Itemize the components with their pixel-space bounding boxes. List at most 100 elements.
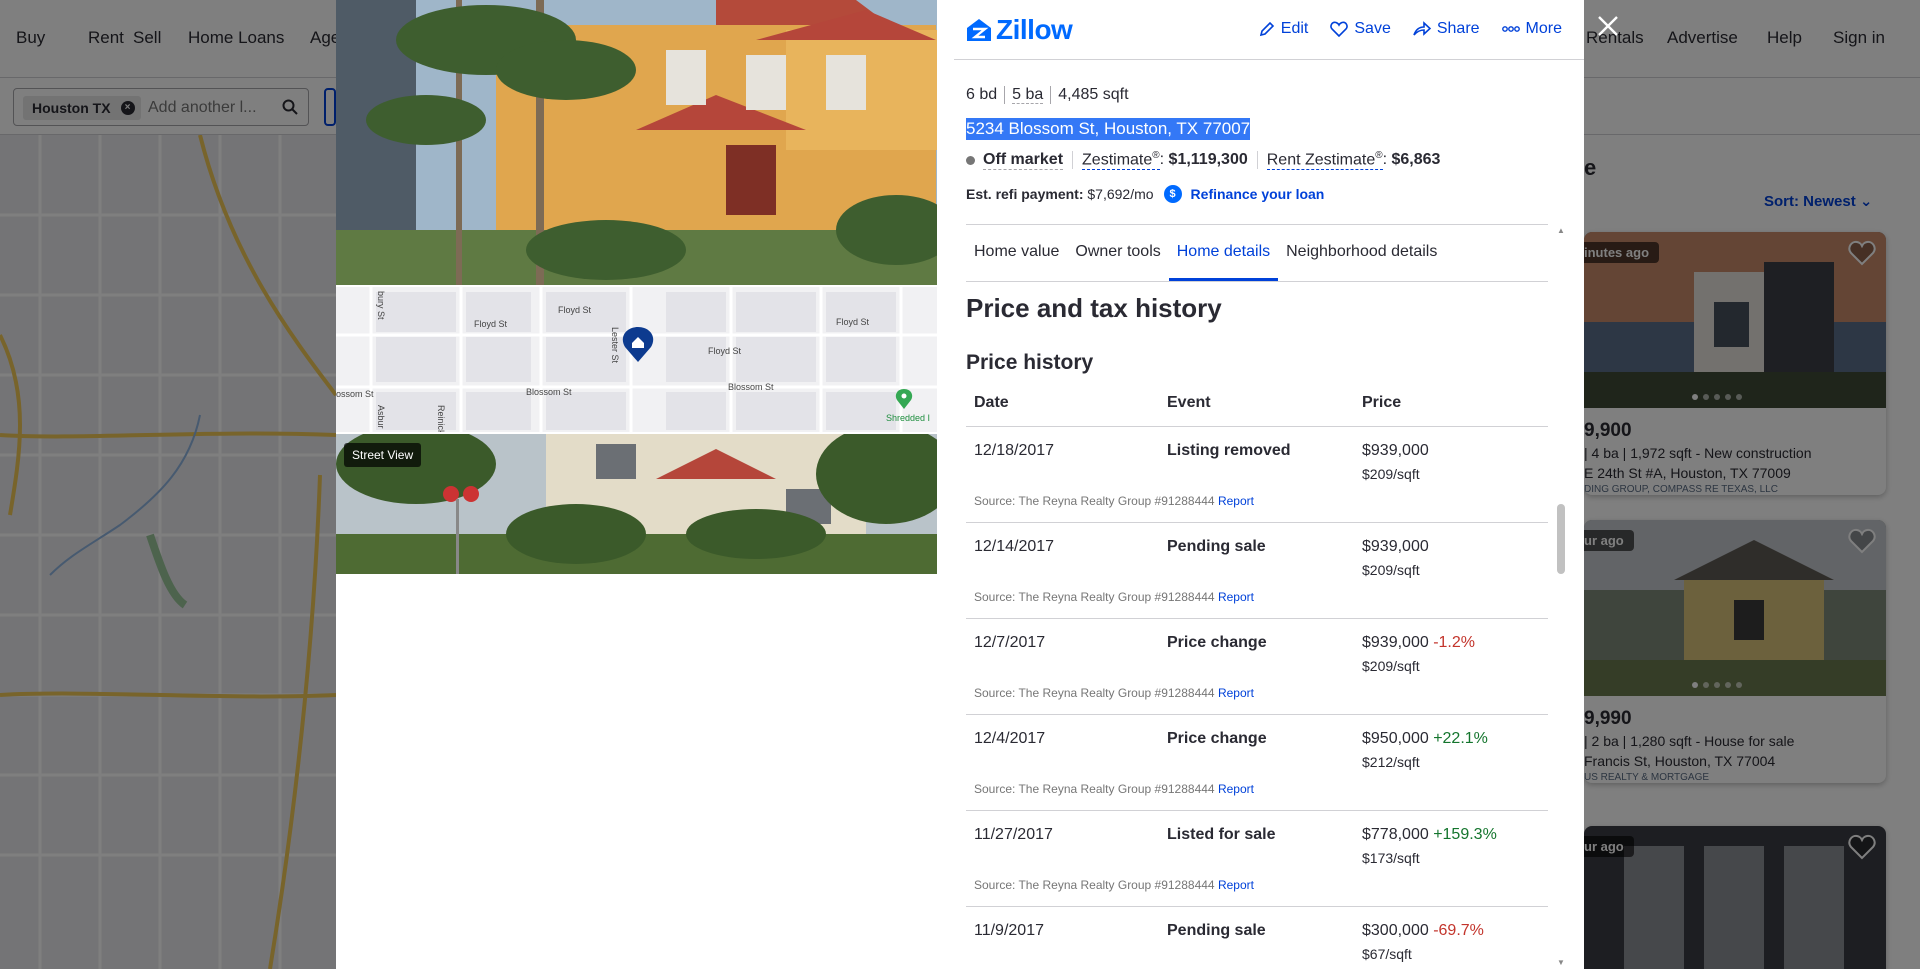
share-label: Share xyxy=(1436,20,1480,37)
zestimate-label[interactable]: Zestimate® xyxy=(1082,150,1160,171)
row-price: $778,000 +159.3% xyxy=(1362,826,1497,844)
subsection-title: Price history xyxy=(966,351,1094,374)
heart-icon xyxy=(1330,21,1349,37)
pencil-icon xyxy=(1259,21,1274,37)
registered-mark: ® xyxy=(1375,150,1383,161)
row-date: 12/18/2017 xyxy=(974,442,1055,459)
row-price-value: $778,000 xyxy=(1362,826,1429,843)
save-label: Save xyxy=(1354,20,1391,37)
row-event: Price change xyxy=(1167,730,1267,747)
tab-home-details[interactable]: Home details xyxy=(1168,225,1279,281)
row-source: Source: The Reyna Realty Group #91288444… xyxy=(974,590,1254,604)
refi-label: Est. refi payment: xyxy=(966,186,1084,202)
home-details-modal: Floyd St Floyd St Floyd St Floyd St Blos… xyxy=(336,0,1584,969)
row-source-text: Source: The Reyna Realty Group #91288444 xyxy=(974,782,1215,796)
row-price-per-sqft: $212/sqft xyxy=(1362,754,1420,770)
row-price-value: $939,000 xyxy=(1362,634,1429,651)
report-link[interactable]: Report xyxy=(1218,878,1254,892)
map-street-label: Floyd St xyxy=(708,346,742,356)
row-price: $950,000 +22.1% xyxy=(1362,730,1488,748)
report-link[interactable]: Report xyxy=(1218,494,1254,508)
home-facts: 6 bd 5 ba 4,485 sqft xyxy=(966,86,1136,104)
close-icon[interactable] xyxy=(1597,15,1619,37)
divider xyxy=(1256,151,1258,170)
table-row: 12/4/2017 Price change $950,000 +22.1% $… xyxy=(966,715,1548,811)
status-dot-icon xyxy=(966,155,975,165)
details-scrollbar[interactable]: ▲ ▼ xyxy=(1554,226,1568,969)
more-button[interactable]: More xyxy=(1501,20,1562,38)
row-price-per-sqft: $67/sqft xyxy=(1362,946,1412,962)
rent-zestimate-label-text: Rent Zestimate xyxy=(1266,151,1376,169)
location-map-thumbnail[interactable]: Floyd St Floyd St Floyd St Floyd St Blos… xyxy=(336,287,937,432)
report-link[interactable]: Report xyxy=(1218,686,1254,700)
row-event: Pending sale xyxy=(1167,538,1266,555)
sqft-value: 4,485 sqft xyxy=(1050,86,1135,104)
map-street-label: Floyd St xyxy=(836,317,870,327)
report-link[interactable]: Report xyxy=(1218,782,1254,796)
tab-home-value[interactable]: Home value xyxy=(966,225,1067,281)
scroll-thumb[interactable] xyxy=(1557,504,1565,574)
zillow-logo-icon xyxy=(967,19,991,41)
tab-neighborhood-details[interactable]: Neighborhood details xyxy=(1278,225,1445,281)
edit-button[interactable]: Edit xyxy=(1259,20,1308,38)
details-tabs: Home value Owner tools Home details Neig… xyxy=(966,224,1548,282)
row-date: 12/4/2017 xyxy=(974,730,1046,747)
row-price-change: -1.2% xyxy=(1433,634,1475,651)
table-header: Date Event Price xyxy=(966,383,1548,427)
refi-value: $7,692/mo xyxy=(1087,186,1154,202)
section-title: Price and tax history xyxy=(966,293,1222,323)
tab-owner-tools[interactable]: Owner tools xyxy=(1067,225,1168,281)
table-row: 12/18/2017 Listing removed $939,000 $209… xyxy=(966,427,1548,523)
scroll-down-arrow-icon[interactable]: ▼ xyxy=(1557,958,1565,967)
row-source-text: Source: The Reyna Realty Group #91288444 xyxy=(974,590,1215,604)
row-price-value: $950,000 xyxy=(1362,730,1429,747)
table-row: 12/7/2017 Price change $939,000 -1.2% $2… xyxy=(966,619,1548,715)
row-source: Source: The Reyna Realty Group #91288444… xyxy=(974,494,1254,508)
map-poi-label: Shredded I xyxy=(886,413,930,423)
row-price: $939,000 -1.2% xyxy=(1362,634,1475,652)
row-price: $300,000 -69.7% xyxy=(1362,922,1484,940)
row-source: Source: The Reyna Realty Group #91288444… xyxy=(974,878,1254,892)
row-event: Pending sale xyxy=(1167,922,1266,939)
zillow-logo[interactable]: Zillow xyxy=(966,14,1073,46)
photo-gallery: Floyd St Floyd St Floyd St Floyd St Blos… xyxy=(336,0,937,969)
map-street-label: Blossom St xyxy=(526,387,572,397)
row-price-value: $300,000 xyxy=(1362,922,1429,939)
row-price-change: +159.3% xyxy=(1433,826,1497,843)
share-button[interactable]: Share xyxy=(1413,20,1480,38)
refinance-link[interactable]: Refinance your loan xyxy=(1191,186,1325,202)
status-row: Off market Zestimate®: $1,119,300 Rent Z… xyxy=(966,150,1440,171)
row-price-per-sqft: $173/sqft xyxy=(1362,850,1420,866)
column-header-price: Price xyxy=(1362,394,1402,411)
street-view-thumbnail[interactable]: Street View xyxy=(336,434,937,574)
rent-zestimate-label[interactable]: Rent Zestimate® xyxy=(1266,150,1383,171)
more-label: More xyxy=(1525,20,1562,37)
row-price: $939,000 xyxy=(1362,538,1429,556)
map-street-label: Floyd St xyxy=(474,319,508,329)
header-actions: Edit Save Share More xyxy=(1259,20,1562,38)
status-label[interactable]: Off market xyxy=(983,151,1064,170)
table-row: 11/27/2017 Listed for sale $778,000 +159… xyxy=(966,811,1548,907)
scroll-up-arrow-icon[interactable]: ▲ xyxy=(1557,226,1565,235)
home-photo-main[interactable] xyxy=(336,0,937,285)
table-row: 12/14/2017 Pending sale $939,000 $209/sq… xyxy=(966,523,1548,619)
refi-row: Est. refi payment: $7,692/mo $ Refinance… xyxy=(966,185,1324,203)
more-dots-icon xyxy=(1501,26,1520,32)
share-icon xyxy=(1413,21,1431,36)
save-button[interactable]: Save xyxy=(1330,20,1391,38)
map-street-label: Lester St xyxy=(610,327,620,364)
report-link[interactable]: Report xyxy=(1218,590,1254,604)
map-street-label: Reinick xyxy=(436,405,446,432)
zestimate-value: $1,119,300 xyxy=(1168,151,1248,169)
row-price-per-sqft: $209/sqft xyxy=(1362,658,1420,674)
modal-header: Zillow Edit Save Share More xyxy=(954,0,1584,60)
row-date: 12/14/2017 xyxy=(974,538,1055,555)
row-price-value: $939,000 xyxy=(1362,538,1429,555)
home-details-panel: Zillow Edit Save Share More 6 bd 5 ba 4,… xyxy=(954,0,1584,969)
zillow-logo-text: Zillow xyxy=(996,14,1073,45)
table-row: 11/9/2017 Pending sale $300,000 -69.7% $… xyxy=(966,907,1548,969)
row-event: Price change xyxy=(1167,634,1267,651)
street-view-label: Street View xyxy=(344,443,422,467)
details-scroll-area[interactable]: 6 bd 5 ba 4,485 sqft 5234 Blossom St, Ho… xyxy=(966,60,1548,969)
property-address[interactable]: 5234 Blossom St, Houston, TX 77007 xyxy=(966,118,1251,140)
